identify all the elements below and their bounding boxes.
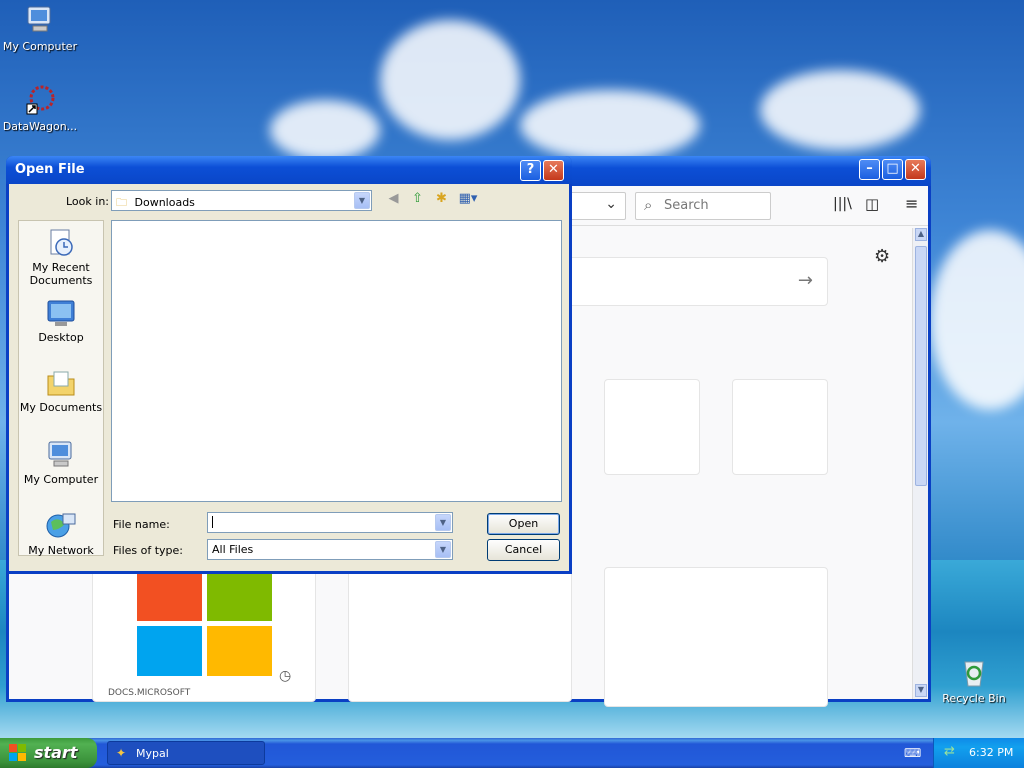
mypal-icon: ✦ bbox=[116, 746, 127, 760]
place-desktop[interactable]: Desktop bbox=[19, 297, 103, 344]
place-label: My Recent Documents bbox=[29, 261, 93, 287]
arrow-right-icon[interactable]: → bbox=[798, 270, 813, 291]
folder-icon: 🗀 bbox=[116, 196, 127, 209]
library-icon[interactable]: |||\ bbox=[833, 196, 852, 212]
place-label: My Documents bbox=[19, 401, 103, 414]
look-in-select[interactable]: 🗀 Downloads ▼ bbox=[111, 190, 372, 211]
place-my-computer[interactable]: My Computer bbox=[19, 439, 103, 486]
look-in-label: Look in: bbox=[66, 195, 109, 208]
up-folder-icon[interactable]: ⇧ bbox=[409, 190, 426, 207]
cloud bbox=[760, 70, 920, 150]
cloud bbox=[380, 20, 520, 140]
keyboard-icon[interactable]: ⌨ bbox=[904, 746, 921, 760]
files-of-type-select[interactable]: All Files ▼ bbox=[207, 539, 453, 560]
computer-icon bbox=[24, 4, 56, 36]
desktop-icon-label: Recycle Bin bbox=[942, 692, 1006, 705]
view-menu-icon[interactable]: ▦▾ bbox=[456, 190, 480, 207]
ms-logo-green bbox=[207, 573, 272, 621]
open-file-dialog: Open File ? ✕ Look in: 🗀 Downloads ▼ ◀ ⇧… bbox=[6, 156, 572, 574]
scroll-down-button[interactable]: ▼ bbox=[915, 684, 927, 697]
computer-icon bbox=[45, 439, 77, 471]
dialog-title: Open File bbox=[15, 162, 85, 177]
chevron-down-icon[interactable]: ▼ bbox=[435, 514, 451, 531]
files-of-type-label: Files of type: bbox=[113, 544, 184, 557]
menu-icon[interactable]: ≡ bbox=[905, 194, 918, 213]
search-card[interactable]: → bbox=[549, 257, 828, 306]
cancel-button[interactable]: Cancel bbox=[487, 539, 560, 561]
cloud bbox=[930, 230, 1024, 410]
chevron-down-icon[interactable]: ⌄ bbox=[605, 196, 617, 212]
place-label: Desktop bbox=[38, 331, 84, 344]
start-label: start bbox=[34, 743, 78, 762]
datawagon-icon bbox=[24, 84, 56, 116]
search-placeholder: Search bbox=[664, 198, 709, 213]
network-icon bbox=[45, 510, 77, 542]
cloud bbox=[520, 90, 700, 160]
recent-documents-icon bbox=[45, 227, 77, 259]
places-bar: My Recent Documents Desktop My Documents… bbox=[18, 220, 104, 557]
dialog-close-button[interactable]: ✕ bbox=[543, 160, 564, 181]
taskbar: start ✦ Mypal ⌨ ⇄ 6:32 PM bbox=[0, 738, 1024, 768]
file-name-input[interactable]: ▼ bbox=[207, 512, 453, 533]
scroll-thumb[interactable] bbox=[915, 246, 927, 486]
place-label: My Network bbox=[28, 544, 94, 557]
place-my-documents[interactable]: My Documents bbox=[19, 367, 103, 414]
search-input[interactable]: ⌕ Search bbox=[635, 192, 771, 220]
open-button[interactable]: Open bbox=[487, 513, 560, 535]
sidebar-icon[interactable]: ◫ bbox=[865, 195, 879, 213]
highlight-card-docs[interactable]: ◷ DOCS.MICROSOFT bbox=[92, 567, 316, 702]
dialog-titlebar: Open File ? ✕ bbox=[6, 156, 572, 184]
clock[interactable]: 6:32 PM bbox=[969, 746, 1013, 759]
ms-logo-yellow bbox=[207, 626, 272, 676]
file-name-label: File name: bbox=[113, 518, 170, 531]
place-my-network[interactable]: My Network bbox=[19, 510, 103, 557]
ms-logo-blue bbox=[137, 626, 202, 676]
search-icon: ⌕ bbox=[644, 196, 653, 214]
desktop-icon-recycle-bin[interactable]: Recycle Bin bbox=[934, 656, 1014, 705]
back-icon[interactable]: ◀ bbox=[385, 190, 402, 207]
start-button[interactable]: start bbox=[0, 738, 97, 768]
windows-logo-icon bbox=[9, 744, 27, 762]
top-site-tile[interactable] bbox=[732, 379, 828, 475]
files-of-type-value: All Files bbox=[212, 543, 254, 556]
dialog-body: Look in: 🗀 Downloads ▼ ◀ ⇧ ✱ ▦▾ My Recen… bbox=[9, 184, 569, 571]
text-cursor bbox=[212, 516, 213, 528]
minimize-button[interactable]: – bbox=[859, 159, 880, 180]
ms-logo-red bbox=[137, 573, 202, 621]
maximize-button[interactable]: □ bbox=[882, 159, 903, 180]
look-in-value: Downloads bbox=[134, 196, 195, 209]
desktop-icon-label: DataWagon... bbox=[2, 120, 78, 133]
file-list[interactable] bbox=[111, 220, 562, 502]
scroll-up-button[interactable]: ▲ bbox=[915, 228, 927, 241]
taskbar-item-mypal[interactable]: ✦ Mypal bbox=[107, 741, 265, 765]
network-status-icon[interactable]: ⇄ bbox=[944, 744, 955, 759]
gear-icon[interactable]: ⚙ bbox=[874, 246, 890, 267]
desktop-icon-label: My Computer bbox=[2, 40, 78, 53]
highlight-card[interactable] bbox=[348, 567, 572, 702]
place-recent-documents[interactable]: My Recent Documents bbox=[19, 227, 103, 287]
close-button[interactable]: ✕ bbox=[905, 159, 926, 180]
desktop-icon-my-computer[interactable]: My Computer bbox=[0, 4, 80, 53]
highlight-card[interactable] bbox=[604, 567, 828, 707]
system-tray: ⇄ 6:32 PM bbox=[933, 738, 1024, 768]
top-site-tile[interactable] bbox=[604, 379, 700, 475]
cloud bbox=[270, 100, 380, 160]
chevron-down-icon[interactable]: ▼ bbox=[354, 192, 370, 209]
help-button[interactable]: ? bbox=[520, 160, 541, 181]
tile-label: DOCS.MICROSOFT bbox=[108, 688, 191, 698]
task-label: Mypal bbox=[136, 747, 169, 760]
my-documents-icon bbox=[45, 367, 77, 399]
recycle-bin-icon bbox=[958, 656, 990, 688]
desktop-icon-datawagon[interactable]: DataWagon... bbox=[0, 84, 80, 133]
desktop-icon bbox=[45, 297, 77, 329]
place-label: My Computer bbox=[23, 473, 99, 486]
chevron-down-icon[interactable]: ▼ bbox=[435, 541, 451, 558]
clock-icon: ◷ bbox=[279, 668, 292, 684]
new-folder-icon[interactable]: ✱ bbox=[433, 190, 450, 207]
scrollbar[interactable]: ▲ ▼ bbox=[912, 228, 928, 699]
